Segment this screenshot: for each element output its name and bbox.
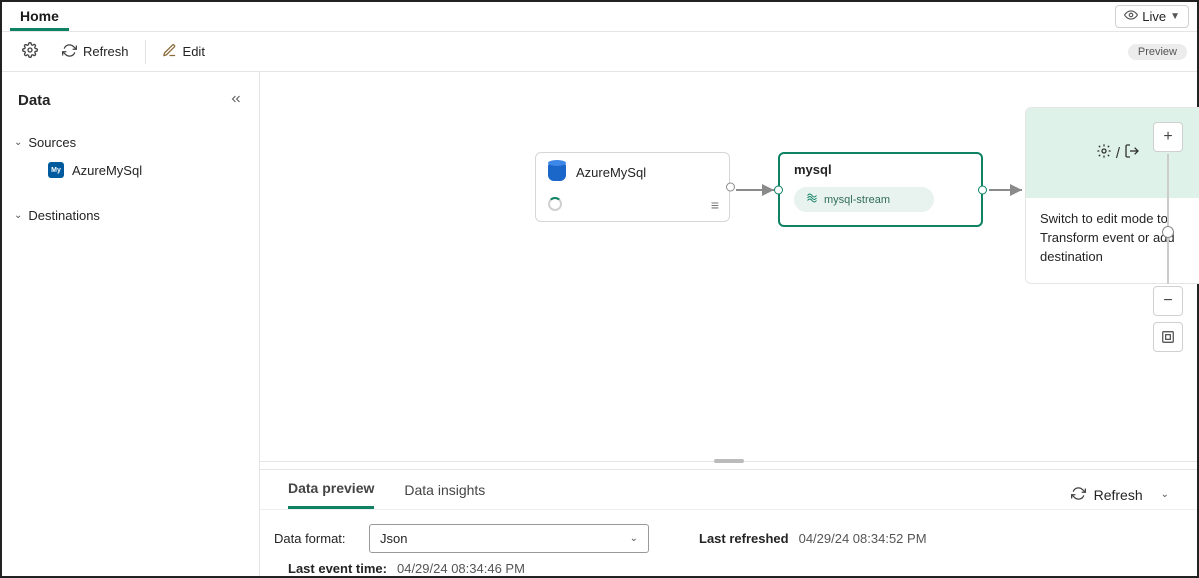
sources-label: Sources bbox=[28, 135, 76, 150]
data-format-select[interactable]: Json ⌄ bbox=[369, 524, 649, 553]
node-port-out[interactable] bbox=[726, 183, 735, 192]
loading-spinner-icon bbox=[548, 197, 562, 211]
chevron-down-icon: ⌄ bbox=[630, 533, 638, 544]
tab-data-insights[interactable]: Data insights bbox=[404, 482, 485, 508]
node-source-title: AzureMySql bbox=[576, 165, 646, 180]
stream-pill-label: mysql-stream bbox=[824, 194, 890, 206]
zoom-slider[interactable] bbox=[1167, 154, 1169, 284]
refresh-button[interactable]: Refresh bbox=[52, 38, 139, 66]
slash: / bbox=[1116, 145, 1120, 162]
destinations-group[interactable]: ⌄ Destinations bbox=[14, 204, 247, 227]
panel-resize-handle[interactable] bbox=[260, 461, 1197, 469]
collapse-sidebar-icon[interactable] bbox=[229, 92, 243, 109]
canvas-node-source[interactable]: AzureMySql ≡ bbox=[535, 152, 730, 222]
data-format-value: Json bbox=[380, 531, 407, 546]
eye-icon bbox=[1124, 8, 1138, 25]
last-event-value: 04/29/24 08:34:46 PM bbox=[397, 561, 525, 576]
mode-label: Live bbox=[1142, 9, 1166, 24]
fit-view-button[interactable] bbox=[1153, 322, 1183, 352]
node-stream-title: mysql bbox=[794, 162, 967, 177]
bottom-panel: Data preview Data insights Refresh ⌄ Dat… bbox=[260, 469, 1197, 576]
settings-button[interactable] bbox=[12, 37, 48, 66]
database-icon bbox=[548, 163, 566, 181]
gear-icon bbox=[22, 42, 38, 61]
zoom-controls: + − bbox=[1153, 122, 1183, 352]
refresh-icon bbox=[1071, 486, 1086, 504]
bottom-refresh-button[interactable]: Refresh ⌄ bbox=[1071, 486, 1169, 504]
canvas[interactable]: AzureMySql ≡ mysql mysql-stream bbox=[260, 72, 1197, 461]
azuremysql-icon: My bbox=[48, 162, 64, 178]
chevron-down-icon: ⌄ bbox=[14, 210, 22, 221]
last-event-label: Last event time: bbox=[288, 561, 387, 576]
transform-icon bbox=[1096, 143, 1112, 163]
source-item-azuremysql[interactable]: My AzureMySql bbox=[14, 154, 247, 186]
chevron-down-icon: ⌄ bbox=[1161, 489, 1169, 500]
chevron-down-icon: ⌄ bbox=[14, 137, 22, 148]
edit-label: Edit bbox=[183, 44, 205, 59]
chevron-down-icon: ▼ bbox=[1170, 11, 1180, 22]
data-format-label: Data format: bbox=[274, 531, 359, 546]
preview-badge: Preview bbox=[1128, 44, 1187, 60]
stream-pill[interactable]: mysql-stream bbox=[794, 187, 934, 212]
sources-group[interactable]: ⌄ Sources bbox=[14, 131, 247, 154]
breadcrumb-home[interactable]: Home bbox=[10, 3, 69, 31]
edit-icon bbox=[162, 43, 177, 61]
zoom-out-button[interactable]: − bbox=[1153, 286, 1183, 316]
sidebar-title: Data bbox=[18, 92, 51, 109]
refresh-label: Refresh bbox=[83, 44, 129, 59]
last-refreshed-label: Last refreshed bbox=[699, 531, 789, 546]
zoom-thumb[interactable] bbox=[1162, 226, 1174, 238]
mode-chip-live[interactable]: Live ▼ bbox=[1115, 5, 1189, 28]
zoom-in-button[interactable]: + bbox=[1153, 122, 1183, 152]
output-icon bbox=[1124, 143, 1140, 163]
refresh-label: Refresh bbox=[1094, 487, 1143, 503]
refresh-icon bbox=[62, 43, 77, 61]
edit-button[interactable]: Edit bbox=[152, 38, 215, 66]
toolbar-separator bbox=[145, 40, 146, 64]
tab-data-preview[interactable]: Data preview bbox=[288, 480, 374, 509]
node-menu-icon[interactable]: ≡ bbox=[711, 197, 719, 213]
stream-icon bbox=[806, 192, 818, 207]
node-port-in[interactable] bbox=[774, 185, 783, 194]
sidebar: Data ⌄ Sources My AzureMySql ⌄ Destinati… bbox=[2, 72, 260, 576]
source-item-label: AzureMySql bbox=[72, 163, 142, 178]
canvas-node-stream[interactable]: mysql mysql-stream bbox=[778, 152, 983, 227]
last-refreshed-value: 04/29/24 08:34:52 PM bbox=[799, 531, 927, 546]
node-port-out[interactable] bbox=[978, 185, 987, 194]
destinations-label: Destinations bbox=[28, 208, 100, 223]
